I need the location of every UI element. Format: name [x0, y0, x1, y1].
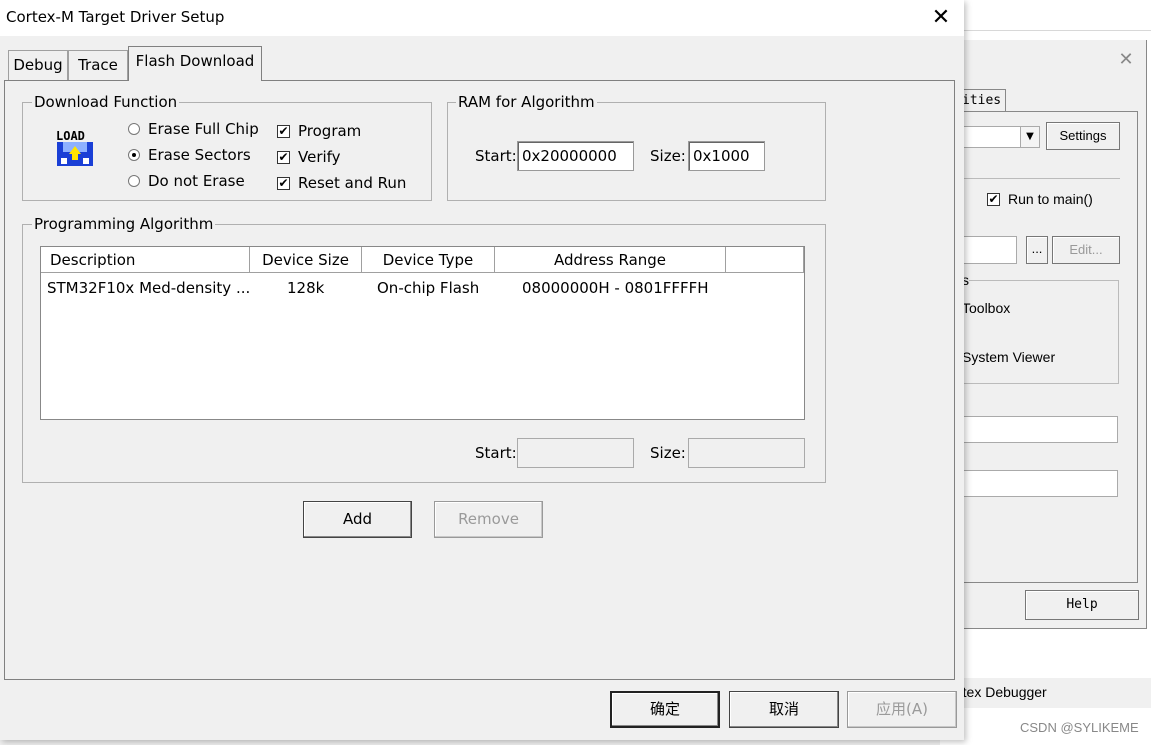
table-row[interactable]: STM32F10x Med-density ... 128k On-chip F… — [41, 275, 804, 299]
programming-algorithm-label: Programming Algorithm — [32, 215, 216, 233]
settings-button[interactable]: Settings — [1046, 122, 1120, 150]
watermark: CSDN @SYLIKEME — [1020, 720, 1139, 735]
radio-button[interactable] — [128, 149, 140, 161]
ok-button[interactable]: 确定 — [610, 691, 720, 728]
run-to-main-label: Run to main() — [1008, 191, 1093, 207]
algorithm-list[interactable]: Description Device Size Device Type Addr… — [40, 246, 805, 420]
title-bar: Cortex-M Target Driver Setup ✕ — [0, 0, 964, 36]
load-icon: LOAD — [56, 129, 93, 166]
radio-erase-full-chip[interactable]: Erase Full Chip — [128, 120, 259, 138]
column-header-empty — [726, 247, 804, 273]
program-checkbox[interactable]: ✔ — [277, 124, 290, 138]
ram-size-input[interactable]: 0x1000 — [688, 141, 765, 171]
ram-start-label: Start: — [475, 147, 517, 165]
radio-button[interactable] — [128, 175, 140, 187]
radio-erase-sectors[interactable]: Erase Sectors — [128, 146, 251, 164]
ram-size-label: Size: — [650, 147, 686, 165]
check-label: Reset and Run — [298, 174, 407, 192]
run-to-main-option[interactable]: ✔ Run to main() — [987, 191, 1093, 207]
algo-start-input[interactable] — [517, 438, 634, 468]
cell-address-range: 08000000H - 0801FFFFH — [522, 279, 709, 297]
cell-device-size: 128k — [287, 279, 325, 297]
radio-do-not-erase[interactable]: Do not Erase — [128, 172, 245, 190]
toolbox-option[interactable]: Toolbox — [962, 300, 1010, 316]
background-toolbar — [940, 0, 1151, 31]
system-viewer-option[interactable]: System Viewer — [962, 349, 1055, 365]
edit-button[interactable]: Edit... — [1052, 236, 1120, 264]
radio-label: Erase Sectors — [148, 146, 251, 164]
check-program[interactable]: ✔ Program — [277, 122, 361, 140]
check-reset-and-run[interactable]: ✔ Reset and Run — [277, 174, 406, 192]
remove-button[interactable]: Remove — [434, 501, 543, 538]
run-to-main-checkbox[interactable]: ✔ — [987, 192, 1000, 206]
tab-debug[interactable]: Debug — [8, 50, 68, 80]
ram-for-algorithm-label: RAM for Algorithm — [456, 93, 597, 111]
tab-flash-download[interactable]: Flash Download — [128, 46, 262, 81]
verify-checkbox[interactable]: ✔ — [277, 150, 290, 164]
target-driver-setup-dialog: Cortex-M Target Driver Setup ✕ Debug Tra… — [0, 0, 964, 740]
column-header-device-type[interactable]: Device Type — [362, 247, 495, 273]
status-bar: rtex Debugger — [940, 678, 1151, 708]
divider — [940, 178, 1120, 179]
dialog-dll-input[interactable] — [940, 416, 1118, 443]
column-header-address-range[interactable]: Address Range — [495, 247, 726, 273]
cell-device-type: On-chip Flash — [377, 279, 480, 297]
background-window: ✕ ities ▼ Settings ✔ Run to main() ... E… — [940, 0, 1151, 745]
radio-label: Erase Full Chip — [148, 120, 259, 138]
algo-size-input[interactable] — [688, 438, 805, 468]
download-function-label: Download Function — [32, 93, 180, 111]
algo-start-label: Start: — [475, 444, 517, 462]
apply-button[interactable]: 应用(A) — [847, 691, 957, 728]
check-label: Verify — [298, 148, 341, 166]
browse-button[interactable]: ... — [1026, 236, 1048, 264]
cancel-button[interactable]: 取消 — [729, 691, 839, 728]
radio-button[interactable] — [128, 123, 140, 135]
dialog-title: Cortex-M Target Driver Setup — [6, 8, 225, 26]
chevron-down-icon[interactable]: ▼ — [1020, 127, 1039, 147]
add-button[interactable]: Add — [303, 501, 412, 538]
parameter-input[interactable] — [940, 470, 1118, 497]
tab-trace[interactable]: Trace — [68, 50, 128, 80]
cell-description: STM32F10x Med-density ... — [47, 279, 251, 297]
column-header-device-size[interactable]: Device Size — [250, 247, 362, 273]
radio-label: Do not Erase — [148, 172, 245, 190]
column-header-description[interactable]: Description — [41, 247, 250, 273]
close-button[interactable]: ✕ — [924, 4, 958, 32]
algo-size-label: Size: — [650, 444, 686, 462]
status-text: rtex Debugger — [958, 684, 1047, 700]
check-label: Program — [298, 122, 362, 140]
close-icon: ✕ — [931, 5, 951, 30]
restore-settings-group — [940, 280, 1119, 384]
check-verify[interactable]: ✔ Verify — [277, 148, 341, 166]
ram-start-input[interactable]: 0x20000000 — [517, 141, 634, 171]
help-button[interactable]: Help — [1025, 590, 1139, 620]
close-icon[interactable]: ✕ — [1116, 50, 1136, 70]
reset-and-run-checkbox[interactable]: ✔ — [277, 176, 290, 190]
load-icon-text: LOAD — [56, 129, 85, 143]
